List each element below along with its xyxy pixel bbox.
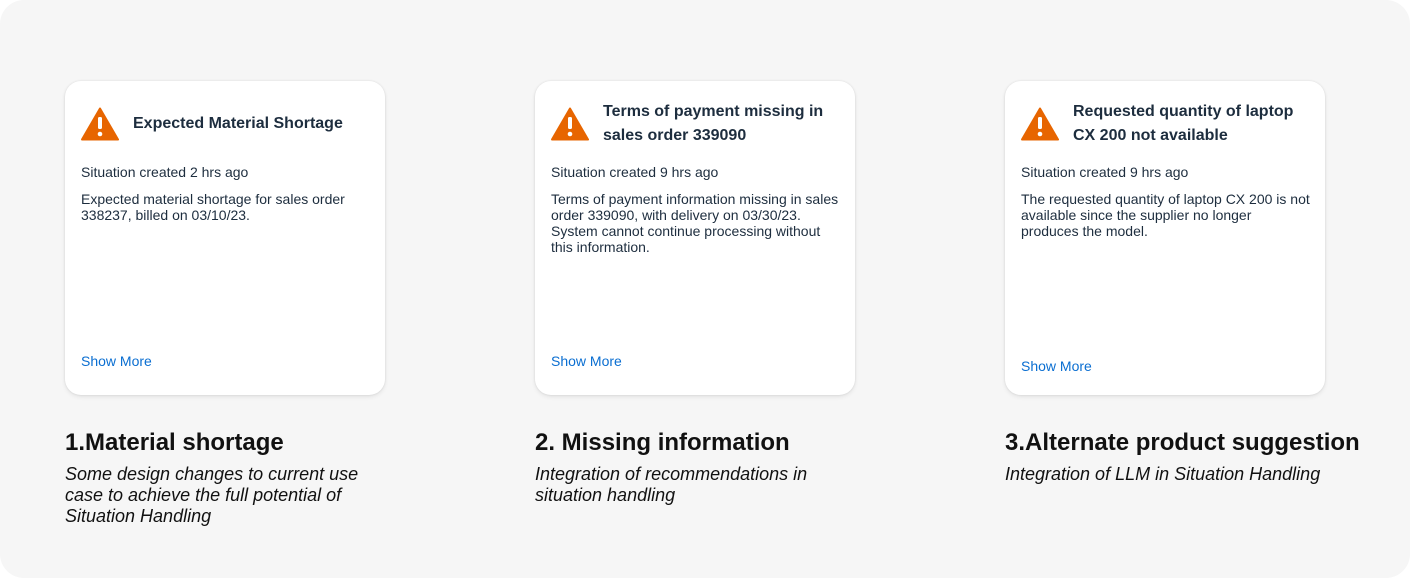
- situation-column-3: Requested quantity of laptop CX 200 not …: [1005, 81, 1405, 485]
- card-created-time: Situation created 9 hrs ago: [1021, 164, 1189, 180]
- situation-card-2[interactable]: Terms of payment missing in sales order …: [535, 81, 855, 395]
- caption-subtitle: Integration of LLM in Situation Handling: [1005, 464, 1321, 484]
- caption-title: 2. Missing information: [535, 429, 790, 456]
- situation-column-1: Expected Material Shortage Situation cre…: [65, 81, 410, 527]
- warning-icon: [81, 107, 119, 141]
- card-description: The requested quantity of laptop CX 200 …: [1021, 191, 1310, 239]
- card-created-time: Situation created 2 hrs ago: [81, 164, 249, 180]
- card-title: Terms of payment missing in sales order …: [603, 103, 824, 144]
- show-more-link[interactable]: Show More: [1021, 357, 1092, 375]
- show-more-link[interactable]: Show More: [81, 352, 152, 370]
- card-header: Expected Material Shortage: [81, 100, 371, 148]
- caption-subtitle: Some design changes to current use case …: [65, 464, 359, 526]
- card-description: Expected material shortage for sales ord…: [81, 191, 345, 223]
- card-header: Terms of payment missing in sales order …: [551, 100, 841, 148]
- situation-card-1[interactable]: Expected Material Shortage Situation cre…: [65, 81, 385, 395]
- warning-icon: [551, 107, 589, 141]
- card-description: Terms of payment information missing in …: [551, 191, 839, 255]
- show-more-link[interactable]: Show More: [551, 352, 622, 370]
- situation-column-2: Terms of payment missing in sales order …: [535, 81, 880, 506]
- card-title: Requested quantity of laptop CX 200 not …: [1073, 103, 1294, 144]
- situation-card-3[interactable]: Requested quantity of laptop CX 200 not …: [1005, 81, 1325, 395]
- caption-subtitle: Integration of recommendations in situat…: [535, 464, 808, 505]
- caption-title: 1.Material shortage: [65, 429, 284, 456]
- card-header: Requested quantity of laptop CX 200 not …: [1021, 100, 1311, 148]
- situation-board: Expected Material Shortage Situation cre…: [0, 0, 1410, 578]
- caption-title: 3.Alternate product suggestion: [1005, 429, 1360, 456]
- card-title: Expected Material Shortage: [133, 115, 343, 132]
- warning-icon: [1021, 107, 1059, 141]
- card-created-time: Situation created 9 hrs ago: [551, 164, 719, 180]
